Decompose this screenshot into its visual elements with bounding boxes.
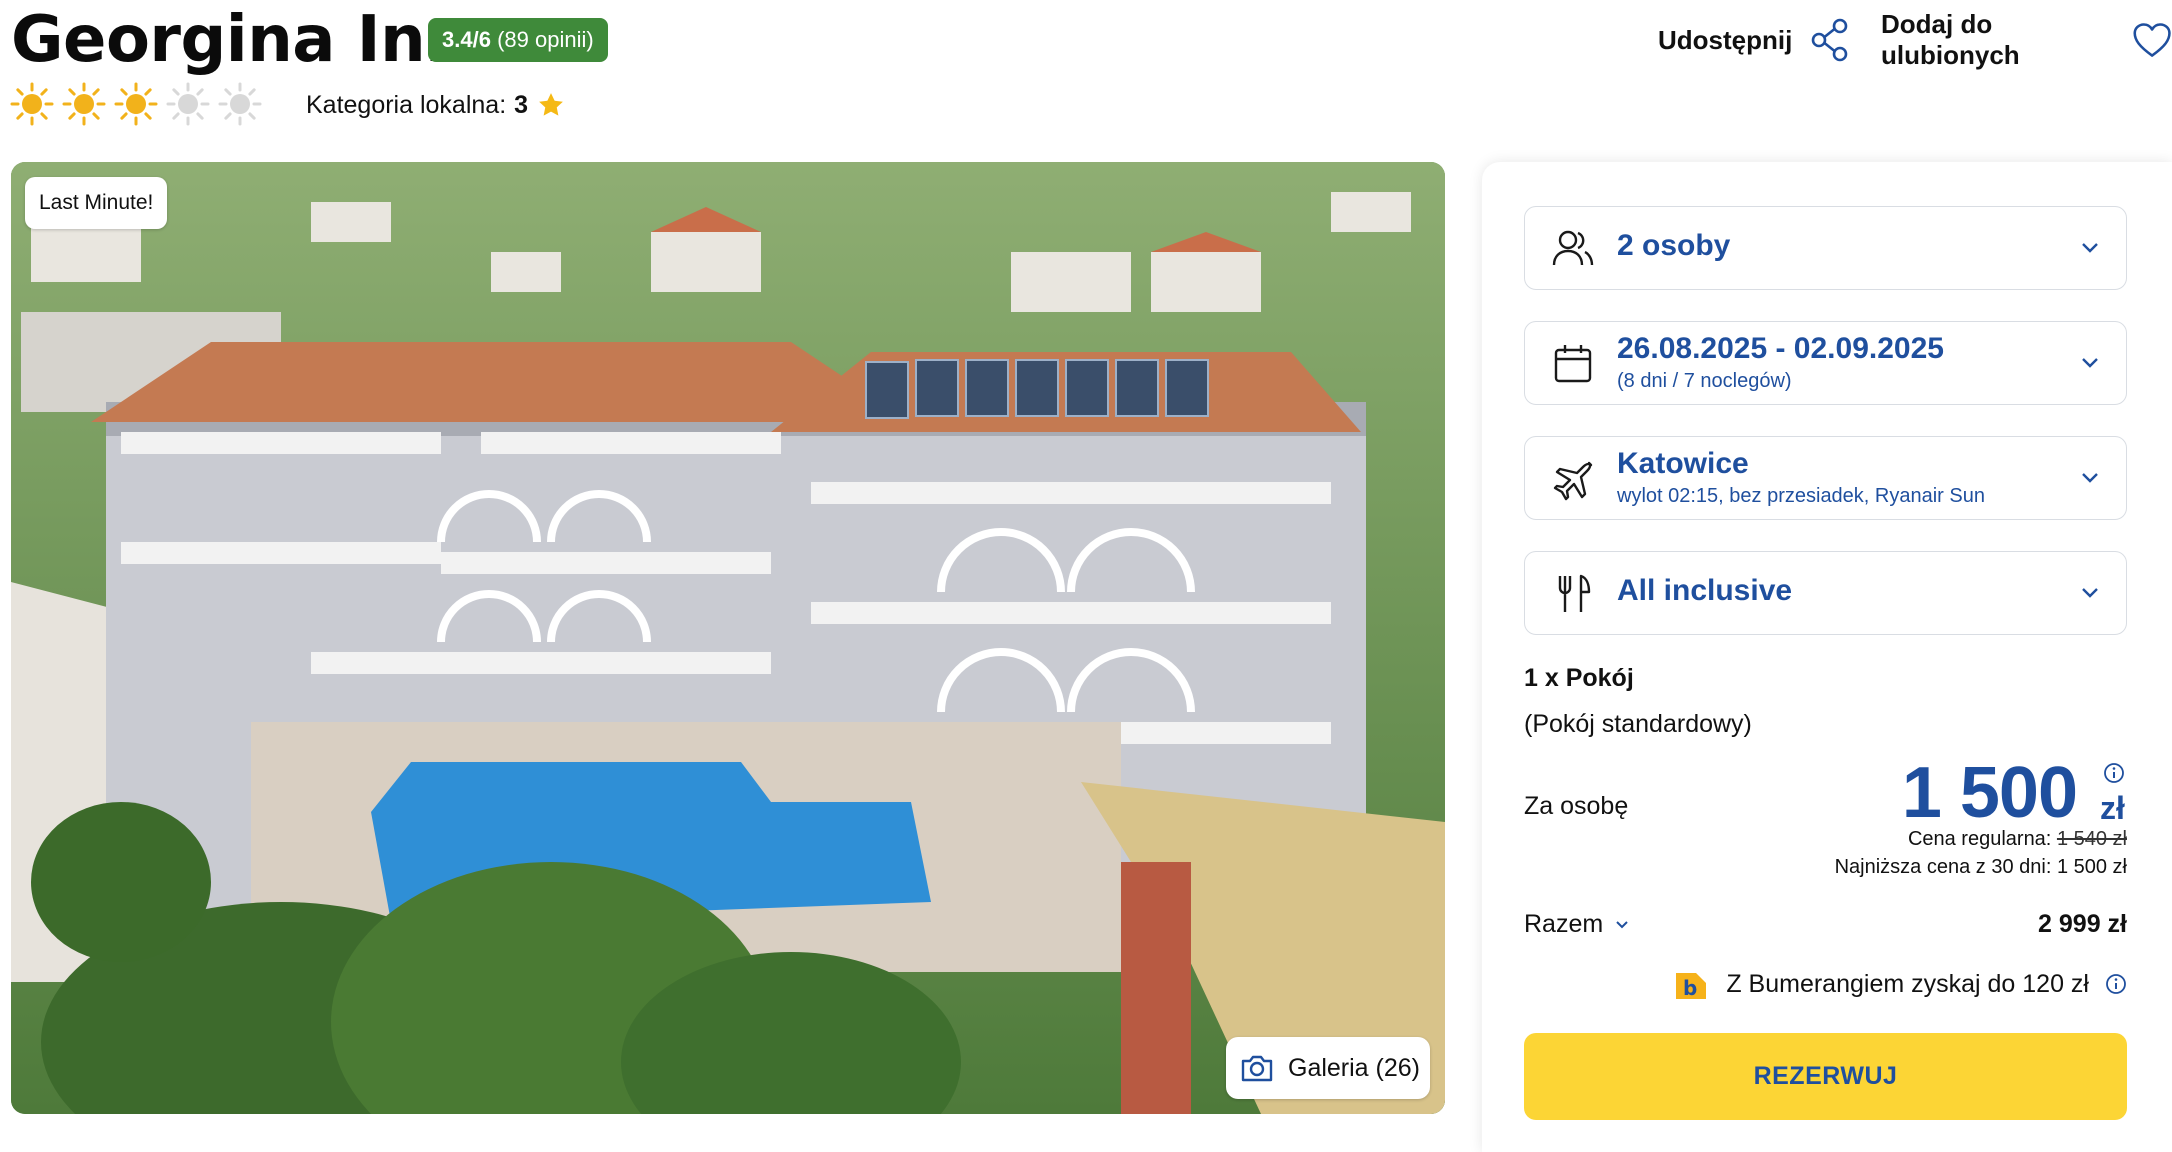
departure-select[interactable]: Katowice wylot 02:15, bez przesiadek, Ry… (1524, 436, 2127, 520)
calendar-icon (1554, 345, 1592, 383)
price-per-person: 1 500 (1901, 753, 2078, 833)
sun-icon-empty (218, 82, 262, 126)
add-to-favorites-button[interactable]: Dodaj do ulubionych (1881, 9, 2172, 70)
bumerang-logo-icon: b (1676, 973, 1707, 1000)
sun-icon-filled (10, 82, 54, 126)
sun-icon-filled (114, 82, 158, 126)
bumerang-promo: b Z Bumerangiem zyskaj do 120 zł (1672, 964, 2127, 1004)
favorites-label: Dodaj do ulubionych (1881, 9, 2020, 70)
room-type: (Pokój standardowy) (1524, 710, 1752, 738)
hotel-name: Georgina Inn (11, 3, 471, 77)
review-count: (89 opinii) (497, 27, 594, 52)
local-category-value: 3 (514, 91, 529, 119)
chevron-down-icon (2082, 473, 2098, 483)
sun-icon-filled (62, 82, 106, 126)
chevron-down-icon (2082, 588, 2098, 598)
svg-text:b: b (1683, 976, 1697, 1000)
dates-value: 26.08.2025 - 02.09.2025 (1617, 332, 1944, 365)
local-category: Kategoria lokalna: 3 (306, 88, 566, 122)
airplane-icon (1553, 461, 1593, 501)
fork-knife-icon (1558, 574, 1591, 612)
share-label: Udostępnij (1658, 24, 1793, 55)
lowest-price-30-days: Najniższa cena z 30 dni: 1 500 zł (1834, 856, 2127, 878)
rating-score: 3.4/6 (442, 27, 491, 52)
share-button[interactable]: Udostępnij (1658, 18, 1850, 62)
regular-price-label: Cena regularna: (1907, 828, 2052, 850)
hotel-photo[interactable] (11, 162, 1445, 1114)
info-icon[interactable] (2105, 973, 2127, 995)
departure-city: Katowice (1617, 447, 1749, 480)
board-select[interactable]: All inclusive (1524, 551, 2127, 635)
sun-icon-empty (166, 82, 210, 126)
regular-price: Cena regularna: 1 540 zł (1908, 828, 2127, 851)
last-minute-badge: Last Minute! (25, 177, 168, 229)
dates-select[interactable]: 26.08.2025 - 02.09.2025 (8 dni / 7 nocle… (1524, 321, 2127, 405)
chevron-down-icon (2082, 243, 2098, 253)
gallery-button[interactable]: Galeria (26) (1226, 1037, 1430, 1099)
local-category-label: Kategoria lokalna: (306, 91, 507, 119)
reserve-button[interactable]: REZERWUJ (1524, 1033, 2127, 1120)
total-toggle[interactable]: Razem (1524, 910, 1629, 939)
price-currency: zł (2100, 790, 2125, 826)
bumerang-text: Z Bumerangiem zyskaj do 120 zł (1726, 969, 2089, 998)
chevron-down-icon (2082, 358, 2098, 368)
heart-icon (2133, 23, 2171, 57)
info-icon[interactable] (2103, 762, 2125, 784)
per-person-label: Za osobę (1524, 792, 1629, 820)
persons-icon (1552, 230, 1594, 266)
flight-info: wylot 02:15, bez przesiadek, Ryanair Sun (1617, 485, 1985, 507)
persons-value: 2 osoby (1617, 229, 1731, 262)
share-icon (1812, 18, 1848, 62)
board-value: All inclusive (1617, 574, 1793, 607)
rating-badge[interactable]: 3.4/6 (89 opinii) (428, 18, 608, 62)
sun-rating (10, 82, 262, 126)
dates-duration: (8 dni / 7 noclegów) (1617, 370, 1792, 392)
total-label: Razem (1524, 910, 1604, 938)
gallery-label: Galeria (26) (1288, 1053, 1420, 1082)
camera-icon (1241, 1055, 1273, 1082)
persons-select[interactable]: 2 osoby (1524, 206, 2127, 290)
star-icon (539, 93, 563, 116)
chevron-down-icon (1616, 920, 1628, 928)
total-value: 2 999 zł (2038, 910, 2127, 938)
room-count: 1 x Pokój (1524, 664, 1634, 692)
regular-price-value: 1 540 zł (2056, 828, 2127, 850)
